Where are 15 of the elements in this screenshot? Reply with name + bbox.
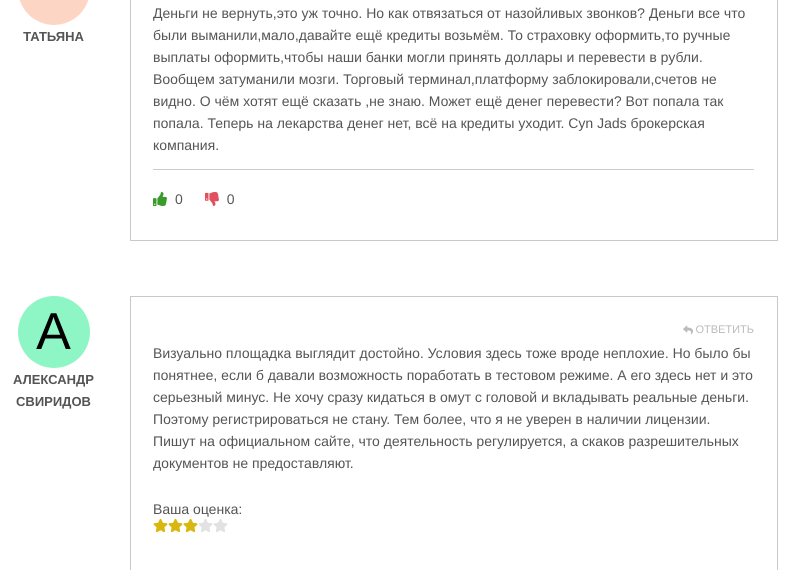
review-text: Деньги не вернуть,это уж точно. Но как отвязаться от назойливых звонков? Деньги все что были выманили,мало,давайте ещё кредиты возьмём. То страховку оформить,то ручные выплаты оформить,чтобы наши банки могли принять доллары и перевести в рубли. Вообщем затуманили мозги. Торговый терминал,платформу заблокировали,счетов не видно. О чём хотят ещё сказать ,не знаю. Может ещё денег перевести? Вот попала так попала. Теперь на лекарства денег нет, всё на кредиты уходит. Cyn Jads брокерская компания. [153,4,746,155]
like-button[interactable]: 0 [153,191,183,207]
star-icon [168,518,183,533]
review-text: Визуально площадка выглядит достойно. Условия здесь тоже вроде неплохие. Но было бы понятнее, если б давали возможность поработать в тестовом режиме. А его здесь нет и это серьезный минус. Не хочу сразу кидаться в омут с головой и вкладывать реальные деньги. Поэтому регистрироваться не стану. Тем более, что я не уверен в наличии лицензии. Пишут на официальном сайте, что деятельность регулируется, а скаков разрешительных документов не предоставляют. [153,344,754,473]
star-rating[interactable] [153,518,228,533]
star-icon [198,518,213,533]
rating-label: Ваша оценка: [153,500,244,518]
star-icon [183,518,198,533]
author-name: АЛЕКСАНДР СВИРИДОВ [12,371,95,411]
author-name: ТАТЬЯНА [22,28,85,46]
star-icon [213,518,228,533]
reply-icon [683,325,694,335]
star-icon [153,518,168,533]
avatar: А [18,296,90,368]
dislike-button[interactable]: 0 [204,191,235,207]
